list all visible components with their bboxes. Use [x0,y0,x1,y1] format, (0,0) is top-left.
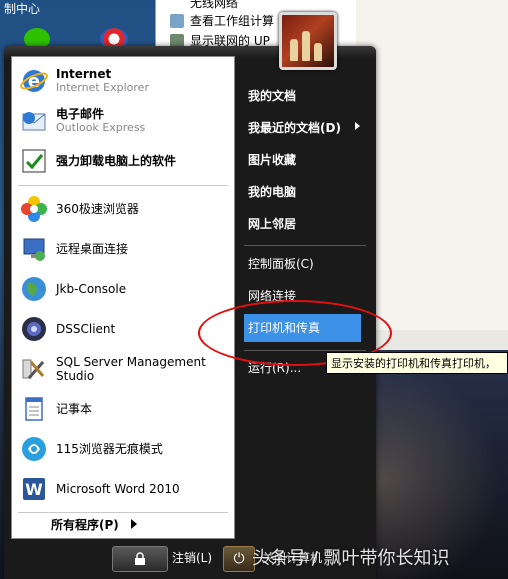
program-115-browser[interactable]: 115浏览器无痕模式 [12,430,234,468]
workgroup-icon [170,13,184,28]
outlook-icon [18,105,50,137]
pinned-internet[interactable]: e Internet Internet Explorer [12,62,234,100]
menu-my-computer[interactable]: 我的电脑 [248,181,296,203]
program-notepad[interactable]: 记事本 [12,390,234,428]
logoff-label[interactable]: 注销(L) [172,549,212,566]
menu-recent-documents[interactable]: 我最近的文档(D) [248,117,341,139]
ie-icon: e [18,65,50,97]
program-sql-server[interactable]: SQL Server Management Studio [12,350,234,388]
lock-icon [135,552,145,565]
watermark: 头条号 / 飘叶带你长知识 [252,548,450,569]
menu-divider [18,185,228,186]
program-word-2010[interactable]: W Microsoft Word 2010 [12,470,234,508]
power-button[interactable]: ⏻ [223,546,255,572]
chevron-right-icon [355,122,360,130]
svg-text:W: W [25,480,43,499]
user-avatar[interactable] [279,12,337,70]
pinned-email[interactable]: 电子邮件 Outlook Express [12,102,234,140]
logoff-button[interactable] [112,546,168,572]
all-programs-button[interactable]: 所有程序(P) [11,511,233,537]
menu-my-pictures[interactable]: 图片收藏 [248,149,296,171]
explorer-window-background [355,0,508,330]
tooltip: 显示安装的打印机和传真打印机， [326,352,508,374]
start-menu-programs-pane: e Internet Internet Explorer 电子邮件 Outlook … [11,56,235,539]
menu-my-documents[interactable]: 我的文档 [248,85,296,107]
sql-tools-icon [18,353,50,385]
program-360-browser[interactable]: 360极速浏览器 [12,190,234,228]
explorer-item-workgroup[interactable]: 查看工作组计算 [170,12,274,29]
chevron-right-icon [130,519,137,529]
camera-icon [18,313,50,345]
menu-control-panel[interactable]: 控制面板(C) [248,253,314,275]
360-browser-icon [18,193,50,225]
115-browser-icon [18,433,50,465]
notepad-icon [18,393,50,425]
desktop-icon-label[interactable]: 制中心 [4,0,40,17]
explorer-item-wireless[interactable]: 无线网络 [170,0,238,11]
remote-desktop-icon [18,233,50,265]
menu-network-places[interactable]: 网上邻居 [248,213,296,235]
pinned-uninstaller[interactable]: 强力卸载电脑上的软件 [12,142,234,180]
power-icon: ⏻ [233,551,245,567]
program-jkb-console[interactable]: Jkb-Console [12,270,234,308]
uninstall-icon [18,145,50,177]
globe-icon [18,273,50,305]
menu-divider [244,245,366,246]
word-icon: W [18,473,50,505]
program-remote-desktop[interactable]: 远程桌面连接 [12,230,234,268]
